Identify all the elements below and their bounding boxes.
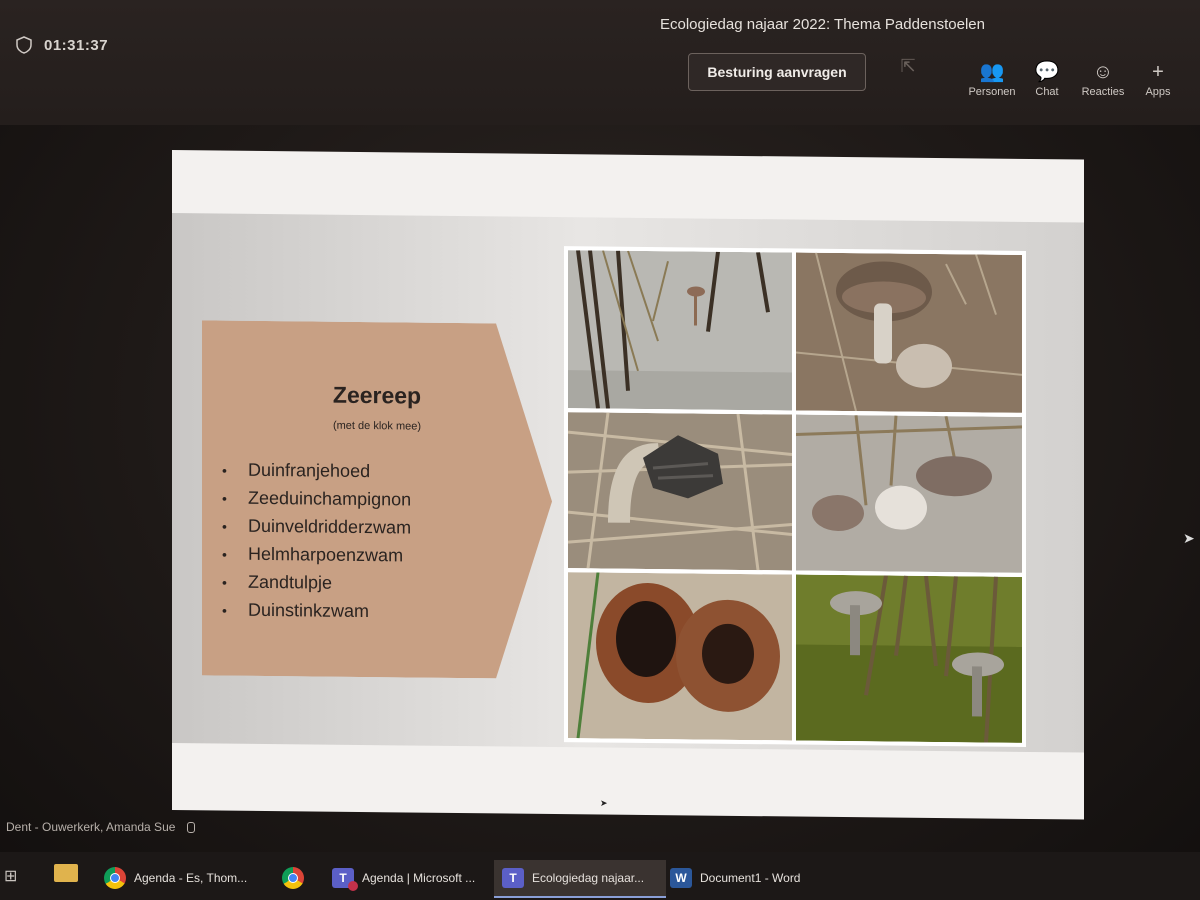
meeting-top-bar: 01:31:37 Ecologiedag najaar 2022: Thema … bbox=[0, 0, 1200, 125]
plus-icon: + bbox=[1152, 61, 1164, 83]
mushroom-photo bbox=[568, 250, 792, 411]
mushroom-photo bbox=[568, 572, 792, 741]
word-icon: W bbox=[670, 868, 692, 888]
list-item: Duinstinkzwam bbox=[222, 596, 411, 626]
teams-icon: T bbox=[332, 868, 358, 891]
taskbar-item-label: Agenda | Microsoft ... bbox=[362, 871, 476, 885]
teams-icon: T bbox=[502, 868, 524, 888]
mushroom-photo bbox=[796, 574, 1022, 743]
shield-icon bbox=[16, 36, 32, 54]
list-item: Duinfranjehoed bbox=[222, 456, 411, 486]
taskbar-item-label: Document1 - Word bbox=[700, 871, 801, 885]
list-item: Helmharpoenzwam bbox=[222, 540, 411, 570]
meeting-timer: 01:31:37 bbox=[44, 36, 109, 54]
taskbar-item-label: Ecologiedag najaar... bbox=[532, 871, 645, 885]
chat-button[interactable]: 💬 Chat bbox=[1015, 60, 1079, 98]
request-control-button[interactable]: Besturing aanvragen bbox=[688, 53, 866, 91]
list-item: Zeeduinchampignon bbox=[222, 484, 411, 514]
meeting-title: Ecologiedag najaar 2022: Thema Paddensto… bbox=[660, 16, 985, 33]
disabled-share-button: ⇱ bbox=[868, 55, 948, 95]
list-item: Zandtulpje bbox=[222, 568, 411, 598]
shared-slide: Zeereep (met de klok mee) Duinfranjehoed… bbox=[172, 150, 1084, 820]
taskbar-item[interactable] bbox=[282, 860, 306, 896]
apps-label: Apps bbox=[1145, 86, 1171, 98]
taskbar-item[interactable]: Agenda - Es, Thom... bbox=[104, 860, 260, 896]
chrome-icon bbox=[282, 867, 304, 889]
notification-badge bbox=[348, 881, 358, 891]
presenter-name: Dent - Ouwerkerk, Amanda Sue bbox=[6, 820, 195, 834]
mushroom-photo bbox=[568, 412, 792, 571]
mushroom-photo bbox=[796, 252, 1022, 413]
chat-label: Chat bbox=[1035, 86, 1059, 98]
mouse-cursor-icon: ➤ bbox=[600, 798, 608, 808]
windows-start-icon[interactable]: ⊞ bbox=[4, 866, 17, 886]
taskbar-item[interactable]: W Document1 - Word bbox=[670, 860, 810, 896]
presenter-name-text: Dent - Ouwerkerk, Amanda Sue bbox=[6, 820, 176, 834]
photo-grid bbox=[564, 246, 1026, 747]
share-icon: ⇱ bbox=[900, 56, 916, 76]
taskbar-item-label: Agenda - Es, Thom... bbox=[134, 871, 248, 885]
chrome-icon bbox=[104, 867, 126, 889]
list-item: Duinveldridderzwam bbox=[222, 512, 411, 542]
chat-icon: 💬 bbox=[1034, 61, 1060, 83]
windows-taskbar: ⊞ Agenda - Es, Thom... T Agenda | Micros… bbox=[0, 852, 1200, 900]
species-list: Duinfranjehoed Zeeduinchampignon Duinvel… bbox=[222, 456, 411, 626]
meeting-timer-area: 01:31:37 bbox=[16, 36, 108, 54]
microphone-icon bbox=[186, 822, 195, 834]
mouse-cursor-icon: ➤ bbox=[1183, 530, 1195, 546]
file-explorer-icon[interactable] bbox=[54, 864, 78, 882]
mushroom-photo bbox=[796, 414, 1022, 573]
taskbar-item-active[interactable]: T Ecologiedag najaar... bbox=[494, 860, 666, 898]
taskbar-item[interactable]: T Agenda | Microsoft ... bbox=[332, 860, 484, 896]
apps-button[interactable]: + Apps bbox=[1126, 60, 1190, 98]
slide-title: Zeereep bbox=[332, 381, 422, 409]
